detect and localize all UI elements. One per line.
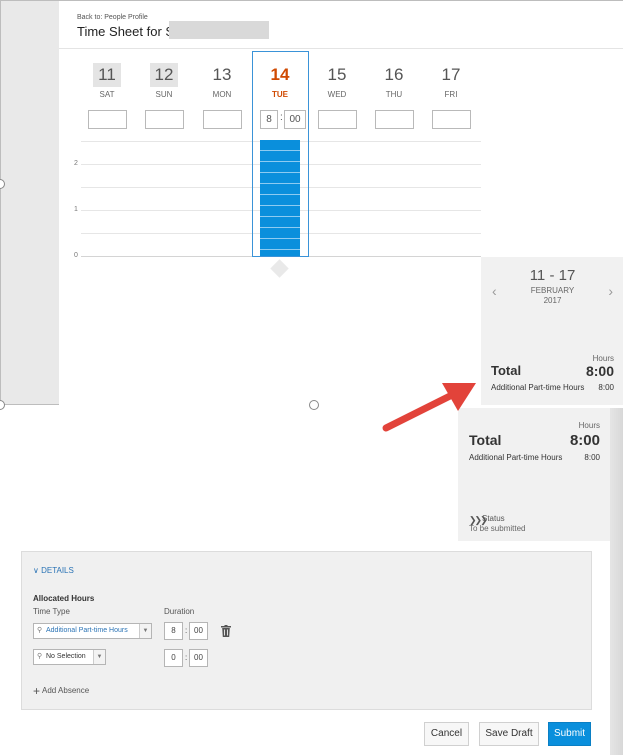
hours-input-mon[interactable]	[203, 110, 242, 129]
details-section: ∨ DETAILS Allocated Hours Time Type Dura…	[21, 551, 592, 710]
panel-shadow	[610, 408, 623, 755]
hours-bar[interactable]	[260, 140, 300, 256]
day-header-sat[interactable]: 11 SAT	[83, 63, 131, 99]
day-marker-diamond	[270, 259, 289, 278]
cancel-button[interactable]: Cancel	[424, 722, 469, 746]
day-header-sun[interactable]: 12 SUN	[140, 63, 188, 99]
axis-tick-label: 0	[74, 252, 78, 259]
submit-button[interactable]: Submit	[548, 722, 591, 746]
week-month: FEBRUARY	[530, 286, 575, 295]
day-header-thu[interactable]: 16 THU	[370, 63, 418, 99]
redacted-name	[169, 21, 269, 39]
duration-minutes-field[interactable]: 00	[189, 649, 208, 667]
chevron-down-icon[interactable]: ▼	[93, 650, 105, 664]
day-number: 11	[93, 63, 121, 87]
details-toggle-label: DETAILS	[41, 566, 74, 575]
axis-tick-label: 2	[74, 160, 78, 167]
timesheet-content: Back to: People Profile Time Sheet for S…	[59, 1, 623, 405]
back-link[interactable]: Back to: People Profile	[77, 14, 148, 21]
header-bar: Back to: People Profile Time Sheet for S	[59, 1, 623, 49]
add-absence-link[interactable]: + Add Absence	[33, 684, 89, 698]
day-number: 12	[150, 63, 178, 87]
page-title: Time Sheet for S	[77, 24, 175, 39]
add-absence-label: Add Absence	[42, 686, 90, 695]
hours-input-wed[interactable]	[318, 110, 357, 129]
day-name: MON	[212, 90, 232, 99]
duration-header: Duration	[164, 607, 195, 616]
duration-hours-field[interactable]: 0	[164, 649, 183, 667]
week-year: 2017	[543, 296, 562, 305]
week-summary-panel: ‹ › 11 - 17 FEBRUARY 2017 Hours Total 8:…	[481, 257, 623, 405]
day-header-mon[interactable]: 13 MON	[198, 63, 246, 99]
day-number: 16	[384, 65, 404, 84]
day-name: THU	[385, 90, 403, 99]
plus-icon: +	[33, 684, 41, 698]
save-draft-button[interactable]: Save Draft	[479, 722, 539, 746]
hours-input-sun[interactable]	[145, 110, 184, 129]
day-name: SAT	[99, 90, 115, 99]
chevron-down-icon: ∨	[33, 566, 39, 575]
hours-input-fri[interactable]	[432, 110, 471, 129]
day-header-wed[interactable]: 15 WED	[313, 63, 361, 99]
day-number: 17	[441, 65, 461, 84]
hours-column-label: Hours	[592, 354, 614, 363]
day-number: 15	[327, 65, 347, 84]
hours-column-label: Hours	[578, 421, 600, 430]
total-label: Total	[491, 363, 522, 378]
time-separator: :	[185, 653, 188, 662]
duration-hours-field[interactable]: 8	[164, 622, 183, 640]
day-name: WED	[327, 90, 347, 99]
status-label: Status	[482, 514, 505, 523]
time-type-value: Additional Part-time Hours	[46, 627, 128, 634]
hours-input-thu[interactable]	[375, 110, 414, 129]
hours-type-value: 8:00	[598, 383, 614, 392]
trash-icon[interactable]	[221, 625, 231, 637]
time-type-select[interactable]: ⚲ No Selection ▼	[33, 649, 106, 665]
chevron-down-icon[interactable]: ▼	[139, 624, 151, 638]
day-name: FRI	[444, 90, 458, 99]
resize-handle[interactable]	[0, 400, 5, 410]
allocated-hours-title: Allocated Hours	[33, 594, 95, 603]
resize-handle[interactable]	[309, 400, 319, 410]
details-toggle[interactable]: ∨ DETAILS	[33, 566, 74, 575]
time-type-header: Time Type	[33, 607, 70, 616]
timesheet-week-view: Back to: People Profile Time Sheet for S…	[0, 0, 623, 405]
time-separator: :	[185, 626, 188, 635]
hours-input-sat[interactable]	[88, 110, 127, 129]
duration-minutes-field[interactable]: 00	[189, 622, 208, 640]
annotation-arrow-icon	[382, 383, 476, 432]
axis-tick-label: 1	[74, 206, 78, 213]
status-value: To be submitted	[469, 524, 526, 533]
time-type-value: No Selection	[46, 653, 86, 660]
time-type-select[interactable]: ⚲ Additional Part-time Hours ▼	[33, 623, 152, 639]
search-icon: ⚲	[37, 653, 43, 660]
total-value: 8:00	[569, 432, 600, 449]
search-icon: ⚲	[37, 627, 43, 634]
hours-type-value: 8:00	[584, 453, 600, 462]
day-name: SUN	[155, 90, 173, 99]
total-value: 8:00	[585, 363, 614, 379]
hours-type-label: Additional Part-time Hours	[469, 453, 563, 462]
week-range: 11 - 17	[529, 267, 576, 284]
day-header-fri[interactable]: 17 FRI	[427, 63, 475, 99]
day-number: 13	[212, 65, 232, 84]
hours-type-label: Additional Part-time Hours	[491, 383, 585, 392]
